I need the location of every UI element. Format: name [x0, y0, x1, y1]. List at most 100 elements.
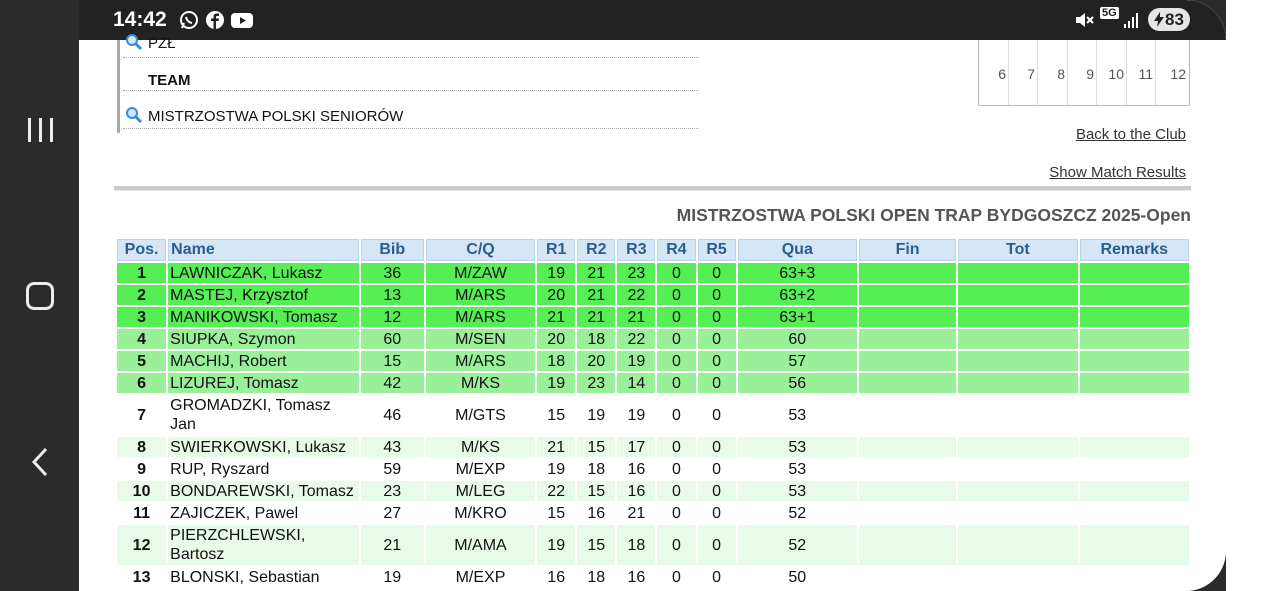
- cell-name: RUP, Ryszard: [168, 459, 359, 479]
- cell-tot: [958, 307, 1078, 327]
- cell-qua: 57: [737, 351, 857, 371]
- back-button[interactable]: [20, 442, 60, 482]
- cell-r4: 0: [657, 263, 696, 283]
- table-row[interactable]: 9 RUP, Ryszard 59 M/EXP 19 18 16 0 0 53: [117, 459, 1189, 479]
- cell-r3: 17: [617, 437, 656, 457]
- search-icon[interactable]: [125, 106, 143, 124]
- col-header-r2[interactable]: R2: [577, 239, 616, 261]
- info-row-team: TEAM: [123, 60, 699, 91]
- cell-r1: 15: [537, 395, 576, 435]
- cell-qua: 53: [737, 481, 857, 501]
- cell-fin: [858, 503, 957, 523]
- results-header-row: Pos. Name Bib C/Q R1 R2 R3 R4 R5 Qua Fin…: [117, 239, 1189, 261]
- cell-r5: 0: [697, 459, 736, 479]
- cell-r2: 15: [577, 481, 616, 501]
- table-row[interactable]: 8 SWIERKOWSKI, Lukasz 43 M/KS 21 15 17 0 0 53: [117, 437, 1189, 457]
- cell-r3: 19: [617, 395, 656, 435]
- cell-r3: 23: [617, 263, 656, 283]
- cell-tot: [958, 351, 1078, 371]
- show-match-results-link[interactable]: Show Match Results: [1049, 164, 1186, 181]
- series-number: 10: [1108, 66, 1124, 82]
- cell-r4: 0: [657, 481, 696, 501]
- screen-edge: [1226, 0, 1280, 591]
- cell-bib: 27: [360, 503, 424, 523]
- col-header-r4[interactable]: R4: [657, 239, 696, 261]
- cell-r4: 0: [657, 351, 696, 371]
- cell-remarks: [1079, 503, 1189, 523]
- table-row[interactable]: 6 LIZUREJ, Tomasz 42 M/KS 19 23 14 0 0 56: [117, 373, 1189, 393]
- cell-fin: [858, 395, 957, 435]
- cell-bib: 59: [360, 459, 424, 479]
- cell-r3: 22: [617, 329, 656, 349]
- cell-r1: 20: [537, 285, 576, 305]
- col-header-r1[interactable]: R1: [537, 239, 576, 261]
- cell-pos: 4: [117, 329, 167, 349]
- section-divider: [114, 186, 1191, 191]
- table-row[interactable]: 10 BONDAREWSKI, Tomasz 23 M/LEG 22 15 16 0 0 53: [117, 481, 1189, 501]
- series-grid: 6 7 8 9 10 11 12: [978, 40, 1190, 106]
- cell-r1: 18: [537, 351, 576, 371]
- series-col: [1126, 40, 1127, 105]
- battery-level: 83: [1165, 9, 1184, 29]
- cell-remarks: [1079, 285, 1189, 305]
- cell-qua: 63+2: [737, 285, 857, 305]
- col-header-fin[interactable]: Fin: [858, 239, 957, 261]
- table-row[interactable]: 4 SIUPKA, Szymon 60 M/SEN 20 18 22 0 0 60: [117, 329, 1189, 349]
- info-championship-text: MISTRZOSTWA POLSKI SENIORÓW: [148, 108, 404, 125]
- phone-screen: 14:42 5G 83 PZŁ TEAM MISTRZOSTWA POLSKI …: [79, 0, 1226, 591]
- event-title: MISTRZOSTWA POLSKI OPEN TRAP BYDGOSZCZ 2…: [676, 205, 1191, 225]
- cell-r3: 18: [617, 525, 656, 565]
- home-button[interactable]: [20, 276, 60, 316]
- cell-r4: 0: [657, 395, 696, 435]
- charging-icon: [1154, 12, 1165, 27]
- table-row[interactable]: 1 LAWNICZAK, Lukasz 36 M/ZAW 19 21 23 0 0 63+3: [117, 263, 1189, 283]
- recent-apps-button[interactable]: [20, 110, 60, 150]
- col-header-cq[interactable]: C/Q: [425, 239, 536, 261]
- cell-name: LIZUREJ, Tomasz: [168, 373, 359, 393]
- cell-tot: [958, 373, 1078, 393]
- series-col: [1096, 40, 1097, 105]
- cell-r3: 14: [617, 373, 656, 393]
- table-row[interactable]: 5 MACHIJ, Robert 15 M/ARS 18 20 19 0 0 57: [117, 351, 1189, 371]
- cell-name: LAWNICZAK, Lukasz: [168, 263, 359, 283]
- cell-bib: 15: [360, 351, 424, 371]
- cell-pos: 11: [117, 503, 167, 523]
- info-row-federation: PZŁ: [123, 27, 699, 58]
- cell-qua: 63+3: [737, 263, 857, 283]
- recent-apps-icon: [27, 118, 53, 142]
- cell-r2: 18: [577, 329, 616, 349]
- col-header-r3[interactable]: R3: [617, 239, 656, 261]
- table-row[interactable]: 11 ZAJICZEK, Pawel 27 M/KRO 15 16 21 0 0 52: [117, 503, 1189, 523]
- col-header-pos[interactable]: Pos.: [117, 239, 167, 261]
- cell-r5: 0: [697, 307, 736, 327]
- table-row[interactable]: 7 GROMADZKI, Tomasz Jan 46 M/GTS 15 19 19 0 0 53: [117, 395, 1189, 435]
- cell-r2: 23: [577, 373, 616, 393]
- table-row[interactable]: 13 BLONSKI, Sebastian 19 M/EXP 16 18 16 0 0 50: [117, 567, 1189, 587]
- col-header-remarks[interactable]: Remarks: [1079, 239, 1189, 261]
- col-header-bib[interactable]: Bib: [360, 239, 424, 261]
- table-row[interactable]: 12 PIERZCHLEWSKI, Bartosz 21 M/AMA 19 15 18 0 0 5…: [117, 525, 1189, 565]
- cell-r2: 15: [577, 525, 616, 565]
- table-row[interactable]: 3 MANIKOWSKI, Tomasz 12 M/ARS 21 21 21 0 0 63+1: [117, 307, 1189, 327]
- cell-remarks: [1079, 351, 1189, 371]
- back-to-club-link[interactable]: Back to the Club: [1076, 126, 1186, 143]
- col-header-r5[interactable]: R5: [697, 239, 736, 261]
- table-row[interactable]: 2 MASTEJ, Krzysztof 13 M/ARS 20 21 22 0 0 63+2: [117, 285, 1189, 305]
- cell-remarks: [1079, 567, 1189, 587]
- col-header-tot[interactable]: Tot: [958, 239, 1078, 261]
- cell-qua: 50: [737, 567, 857, 587]
- search-icon[interactable]: [125, 33, 143, 51]
- cell-pos: 13: [117, 567, 167, 587]
- cell-r4: 0: [657, 503, 696, 523]
- cell-r1: 21: [537, 437, 576, 457]
- cell-fin: [858, 263, 957, 283]
- cell-r4: 0: [657, 567, 696, 587]
- cell-tot: [958, 437, 1078, 457]
- col-header-qua[interactable]: Qua: [737, 239, 857, 261]
- cell-name: MASTEJ, Krzysztof: [168, 285, 359, 305]
- cell-r1: 21: [537, 307, 576, 327]
- cell-r2: 16: [577, 503, 616, 523]
- col-header-name[interactable]: Name: [168, 239, 359, 261]
- cell-remarks: [1079, 329, 1189, 349]
- info-row-championship: MISTRZOSTWA POLSKI SENIORÓW: [123, 98, 699, 129]
